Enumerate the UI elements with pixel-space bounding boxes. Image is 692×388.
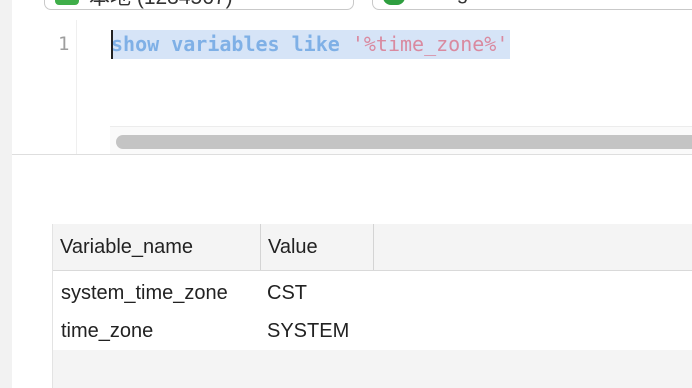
- editor-results-splitter[interactable]: [12, 154, 692, 226]
- database-icon: [383, 0, 405, 5]
- cell-value[interactable]: SYSTEM: [267, 312, 349, 350]
- cell-variable-name[interactable]: time_zone: [61, 312, 153, 350]
- column-header-value[interactable]: Value: [261, 224, 374, 270]
- table-row[interactable]: time_zone SYSTEM: [53, 312, 692, 350]
- connection-label: 本地 (1234567): [89, 0, 233, 9]
- row-header-column: [12, 224, 53, 388]
- connection-selector[interactable]: 本地 (1234567) ⌄: [44, 0, 354, 10]
- table-row[interactable]: system_time_zone CST: [53, 274, 692, 312]
- line-number: 1: [58, 33, 70, 55]
- query-keywords: show variables like: [111, 32, 340, 56]
- empty-row: [53, 350, 692, 388]
- horizontal-scrollbar[interactable]: [110, 126, 692, 155]
- database-label: dblog: [417, 0, 468, 5]
- line-number-gutter: 1: [12, 20, 77, 154]
- cell-variable-name[interactable]: system_time_zone: [61, 274, 228, 312]
- results-grid: Variable_name Value system_time_zone CST…: [12, 224, 692, 388]
- column-header-variable-name[interactable]: Variable_name: [53, 224, 261, 270]
- query-string-literal: '%time_zone%': [351, 32, 509, 56]
- query-line[interactable]: show variables like '%time_zone%': [111, 30, 511, 59]
- scrollbar-thumb[interactable]: [116, 135, 692, 149]
- results-header: Variable_name Value: [53, 224, 692, 271]
- query-space: [340, 32, 352, 56]
- cell-value[interactable]: CST: [267, 274, 307, 312]
- text-caret: [111, 30, 113, 59]
- connection-icon: [55, 0, 79, 5]
- sql-editor[interactable]: 1 show variables like '%time_zone%': [12, 20, 692, 155]
- database-selector[interactable]: dblog: [372, 0, 692, 10]
- query-toolbar: 本地 (1234567) ⌄ dblog: [12, 0, 692, 20]
